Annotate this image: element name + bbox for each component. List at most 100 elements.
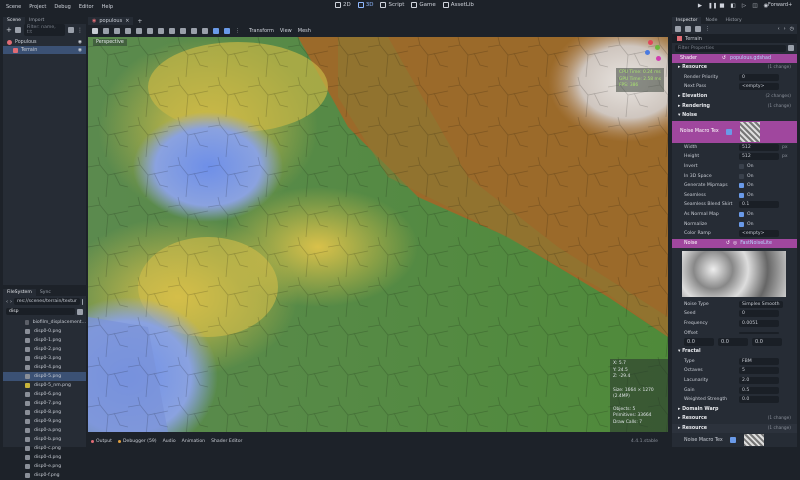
axis-y-dot[interactable] <box>655 45 660 50</box>
back-icon[interactable]: ‹ <box>6 299 8 305</box>
filter-settings-icon[interactable] <box>788 45 794 51</box>
offset-x[interactable]: 0.0 <box>684 338 714 347</box>
shader-value[interactable]: populous.gdshad <box>730 56 771 61</box>
object-history-icon[interactable]: ◷ <box>790 26 794 32</box>
remote-debug-icon[interactable]: ◧ <box>730 3 736 9</box>
tab-shader[interactable]: Shader Editor <box>211 439 242 444</box>
script-icon[interactable] <box>68 27 74 33</box>
visibility-icon[interactable]: ◉ <box>78 48 82 53</box>
file-item[interactable]: disp0-a.png <box>3 426 86 435</box>
tab-2d[interactable]: 2D <box>335 2 351 8</box>
pause-icon[interactable]: ❚❚ <box>708 3 717 9</box>
add-node-icon[interactable]: + <box>6 26 12 34</box>
offset-z[interactable]: 0.0 <box>752 338 782 347</box>
prop-value[interactable]: On <box>739 183 797 189</box>
group-icon[interactable] <box>169 27 175 34</box>
menu-editor[interactable]: Editor <box>75 4 98 10</box>
file-item[interactable]: biofilm_displacement... <box>3 318 86 327</box>
scene-filter-input[interactable]: Filter: name, t:t <box>23 24 65 36</box>
prop-value[interactable]: Simplex Smooth <box>739 300 797 308</box>
prop-value[interactable]: <empty> <box>739 83 797 91</box>
tab-debugger[interactable]: Debugger (59) <box>117 439 157 444</box>
axis-x-dot[interactable] <box>648 40 653 45</box>
checkbox[interactable] <box>739 164 744 170</box>
value-field[interactable]: 0.0 <box>739 396 779 404</box>
more-options-icon[interactable]: ⋮ <box>705 26 710 32</box>
section-resource[interactable]: ▸ Resource (1 change) <box>672 414 797 424</box>
tab-inspector[interactable]: Inspector <box>672 17 702 24</box>
view-gizmo[interactable] <box>643 40 663 64</box>
tab-audio[interactable]: Audio <box>163 439 176 444</box>
tab-import[interactable]: Import <box>25 17 48 24</box>
prop-value-field[interactable]: <empty> <box>739 83 779 91</box>
path-field[interactable]: res://scenes/terrain/textur <box>14 298 80 305</box>
prop-value[interactable]: 0.5 <box>739 386 797 394</box>
file-item[interactable]: disp0-5.png <box>3 372 86 381</box>
checkbox[interactable] <box>739 221 744 227</box>
section-elevation[interactable]: ▸ Elevation (2 changes) <box>672 92 797 102</box>
select-tool-icon[interactable] <box>92 27 98 34</box>
environment-icon[interactable] <box>224 27 230 34</box>
file-item[interactable]: disp0-f.png <box>3 471 86 480</box>
section-rendering[interactable]: ▸ Rendering (1 change) <box>672 101 797 111</box>
prop-value-field[interactable]: 0 <box>739 73 779 81</box>
noise-thumbnail[interactable] <box>740 121 760 142</box>
revert-icon[interactable]: ↺ <box>722 56 726 61</box>
section-domain-warp[interactable]: ▸ Domain Warp <box>672 404 797 414</box>
section-resource[interactable]: ▸ Resource (1 change) <box>672 63 797 73</box>
file-item[interactable]: disp0-5_nm.png <box>3 381 86 390</box>
prop-value[interactable]: On <box>739 173 797 179</box>
play-icon[interactable]: ▶ <box>697 3 703 9</box>
new-resource-icon[interactable] <box>675 26 681 32</box>
section-resource-2[interactable]: ▸ Resource (1 change) <box>672 423 797 434</box>
value-field[interactable]: FBM <box>739 357 779 365</box>
menu-debug[interactable]: Debug <box>50 4 74 10</box>
play-scene-icon[interactable]: ▷ <box>741 3 747 9</box>
revert-icon[interactable]: ↺ <box>726 241 730 246</box>
value-field[interactable]: 0.1 <box>739 201 779 209</box>
ruler-tool-icon[interactable] <box>147 27 153 34</box>
value-field[interactable]: 512 <box>739 153 779 161</box>
checkbox[interactable] <box>739 183 744 189</box>
menu-scene[interactable]: Scene <box>2 4 25 10</box>
tab-history[interactable]: History <box>721 17 745 24</box>
history-back-icon[interactable]: ‹ <box>778 26 780 32</box>
scene-node[interactable]: Populous ◉ <box>3 38 86 46</box>
axis-z-dot[interactable] <box>645 50 650 55</box>
scene-node[interactable]: Terrain ◉ <box>3 46 86 54</box>
link-icon[interactable] <box>14 27 21 33</box>
more-icon[interactable]: ⋮ <box>235 28 240 34</box>
move-tool-icon[interactable] <box>103 27 109 34</box>
prop-value[interactable]: 0.0 <box>739 396 797 404</box>
forward-icon[interactable]: › <box>10 299 12 305</box>
sun-icon[interactable] <box>213 27 219 34</box>
prop-value[interactable]: On <box>739 164 797 170</box>
file-search-input[interactable]: disp <box>6 308 75 315</box>
prop-value[interactable]: 512 px <box>739 143 797 151</box>
value-field[interactable]: Simplex Smooth <box>739 300 783 308</box>
tab-3d[interactable]: 3D <box>357 2 373 8</box>
add-tab-icon[interactable]: + <box>133 18 146 25</box>
play-custom-icon[interactable]: ◫ <box>752 3 758 9</box>
open-icon[interactable] <box>685 26 691 32</box>
tab-animation[interactable]: Animation <box>182 439 205 444</box>
prop-value[interactable]: 0.1 <box>739 201 797 209</box>
menu-project[interactable]: Project <box>25 4 50 10</box>
prop-value[interactable]: 512 px <box>739 153 797 161</box>
bone-icon[interactable] <box>180 27 186 34</box>
section-fractal[interactable]: ▾ Fractal <box>672 347 797 357</box>
file-item[interactable]: disp0-c.png <box>3 444 86 453</box>
noise-value[interactable]: FastNoiseLite <box>740 241 772 246</box>
value-field[interactable]: 0 <box>739 310 779 318</box>
value-field[interactable]: 5 <box>739 367 779 375</box>
snap-icon[interactable] <box>202 27 208 34</box>
close-icon[interactable]: × <box>125 18 129 24</box>
value-field[interactable]: 0.0051 <box>739 319 779 327</box>
tab-assetlib[interactable]: AssetLib <box>442 2 474 8</box>
tab-scene[interactable]: Scene <box>3 17 26 24</box>
checkbox[interactable] <box>739 212 744 218</box>
file-item[interactable]: disp0-3.png <box>3 354 86 363</box>
file-item[interactable]: disp0-2.png <box>3 345 86 354</box>
filter-properties-input[interactable]: Filter Properties <box>675 45 786 52</box>
tab-node[interactable]: Node <box>701 17 721 24</box>
